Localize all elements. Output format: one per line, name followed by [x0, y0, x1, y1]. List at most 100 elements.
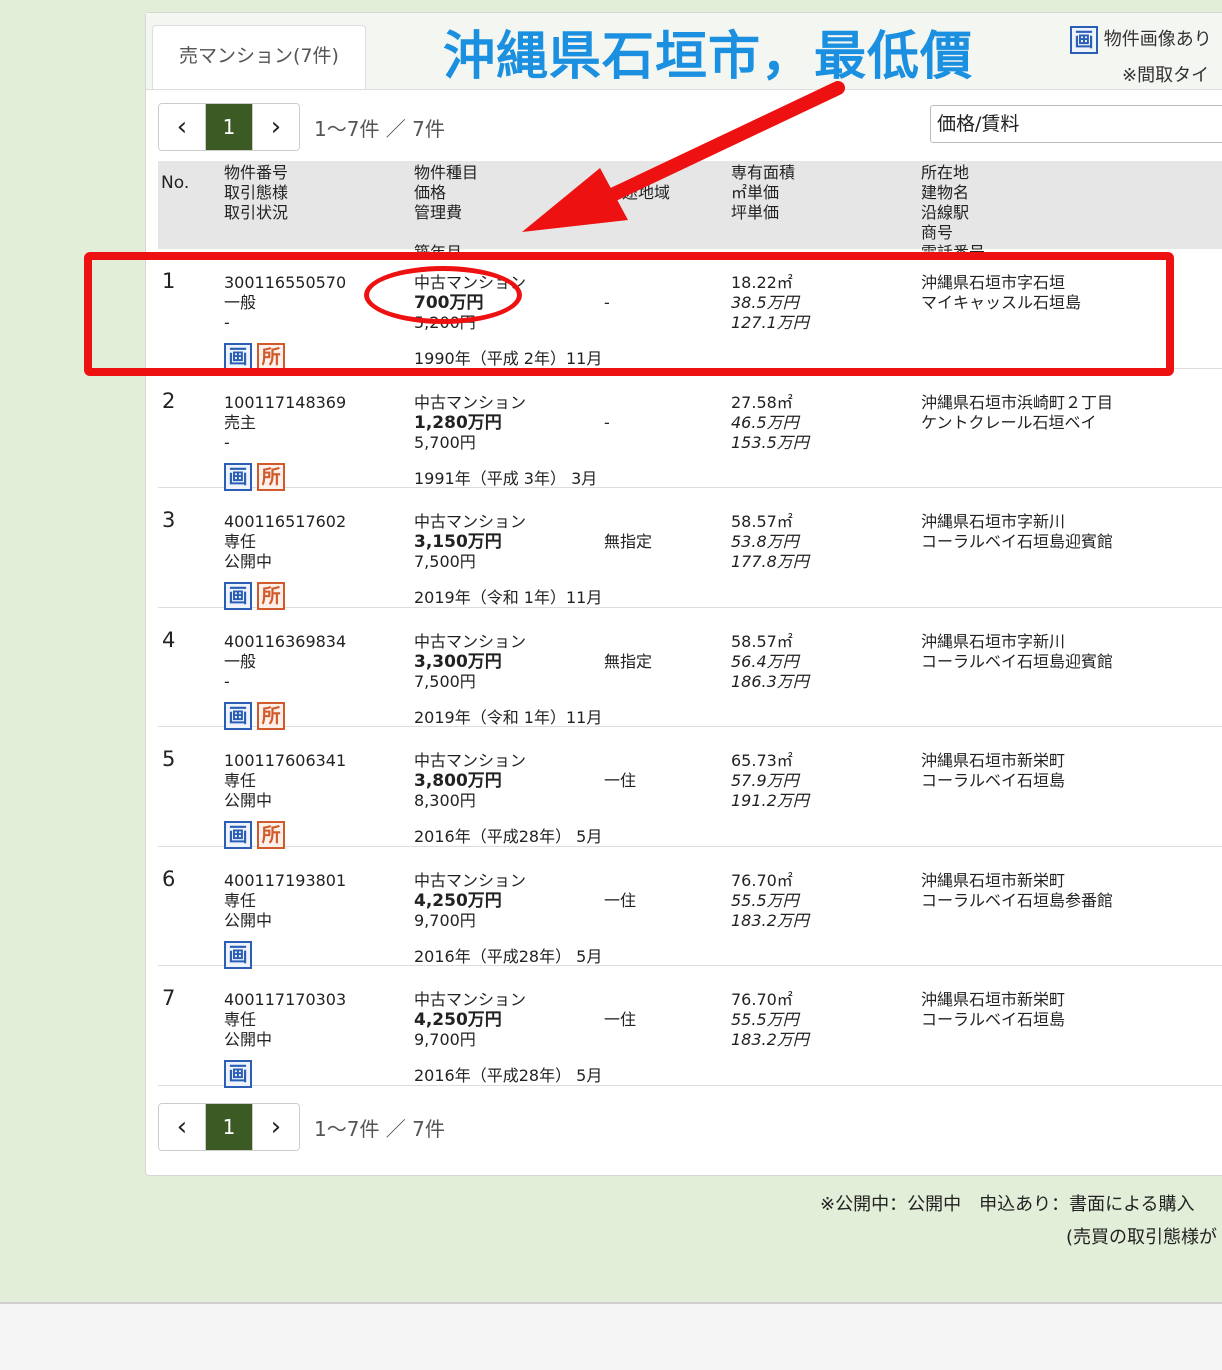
zoning: 一住	[604, 1010, 637, 1029]
building-name[interactable]: コーラルベイ石垣島迎賓館	[921, 652, 1113, 672]
management-fee: 8,300円	[414, 791, 476, 810]
transaction-status: 公開中	[224, 910, 273, 930]
built-date: 2016年（平成28年） 5月	[414, 946, 603, 966]
zoning: 無指定	[604, 532, 653, 551]
row-badges: 画 所	[224, 701, 286, 730]
row-id-block: 400116517602 専任 公開中	[224, 512, 346, 572]
page-info: 1〜7件 ／ 7件	[314, 1116, 445, 1141]
management-fee: 9,700円	[414, 910, 476, 930]
price-per-sqm: 46.5万円	[731, 412, 799, 432]
property-type: 中古マンション	[414, 990, 527, 1009]
price-per-tsubo: 153.5万円	[731, 432, 809, 452]
row-id-block: 400117170303 専任 公開中	[224, 990, 346, 1050]
table-row[interactable]: 5 100117606341 専任 公開中 中古マンション 3,800万円 8,…	[158, 727, 1222, 849]
zoning: 一住	[604, 890, 637, 910]
image-badge-icon[interactable]: 画	[224, 940, 252, 969]
building-name[interactable]: ケントクレール石垣ベイ	[921, 413, 1113, 433]
transaction-status: -	[224, 671, 230, 691]
transaction-mode: 一般	[224, 651, 257, 671]
property-price: 3,150万円	[414, 532, 502, 552]
property-id[interactable]: 100117606341	[224, 751, 346, 771]
row-number: 4	[162, 627, 176, 652]
property-price: 3,800万円	[414, 771, 502, 791]
row-type-block: 中古マンション 4,250万円 9,700円	[414, 990, 526, 1050]
price-per-sqm: 55.5万円	[731, 1010, 799, 1029]
footer-note-mode: (売買の取引態様が	[1066, 1227, 1218, 1248]
built-date: 2019年（令和 1年）11月	[414, 588, 603, 607]
row-address-block: 沖縄県石垣市字新川 コーラルベイ石垣島迎賓館	[921, 632, 1113, 672]
row-number: 5	[162, 747, 176, 771]
annotation-highlight-box	[84, 252, 1174, 376]
property-id[interactable]: 400117170303	[224, 990, 346, 1010]
annotation-price-circle	[364, 266, 522, 324]
pager-bottom: ‹ 1 › 1〜7件 ／ 7件	[158, 1103, 445, 1151]
building-name[interactable]: コーラルベイ石垣島参番館	[921, 891, 1113, 911]
table-row[interactable]: 6 400117193801 専任 公開中 中古マンション 4,250万円 9,…	[158, 847, 1222, 969]
next-page-button[interactable]: ›	[252, 1104, 299, 1150]
row-address-block: 沖縄県石垣市新栄町 コーラルベイ石垣島	[921, 990, 1065, 1030]
property-type: 中古マンション	[414, 631, 527, 651]
floor-area: 58.57㎡	[731, 512, 793, 531]
building-name[interactable]: コーラルベイ石垣島	[921, 771, 1065, 791]
row-area-block: 58.57㎡ 53.8万円 177.8万円	[731, 512, 809, 572]
table-row[interactable]: 4 400116369834 一般 - 中古マンション 3,300万円 7,50…	[158, 608, 1222, 730]
row-number: 6	[162, 866, 176, 891]
building-name[interactable]: コーラルベイ石垣島	[921, 1010, 1065, 1030]
property-id[interactable]: 400117193801	[224, 871, 346, 891]
prev-page-button[interactable]: ‹	[159, 1104, 205, 1150]
location-badge-icon[interactable]: 所	[257, 462, 286, 491]
floor-area: 58.57㎡	[731, 631, 793, 651]
built-date: 2019年（令和 1年）11月	[414, 707, 603, 727]
floor-area: 65.73㎡	[731, 751, 793, 770]
row-type-block: 中古マンション 3,150万円 7,500円	[414, 512, 526, 572]
building-name[interactable]: コーラルベイ石垣島迎賓館	[921, 532, 1113, 552]
row-id-block: 100117606341 専任 公開中	[224, 751, 346, 811]
table-row[interactable]: 7 400117170303 専任 公開中 中古マンション 4,250万円 9,…	[158, 966, 1222, 1088]
transaction-status: 公開中	[224, 1030, 273, 1049]
location-badge-icon[interactable]: 所	[257, 821, 286, 849]
location-badge-icon[interactable]: 所	[257, 701, 286, 730]
zoning: 一住	[604, 771, 637, 790]
address: 沖縄県石垣市新栄町	[921, 990, 1066, 1009]
row-badges: 画 所	[224, 462, 286, 491]
transaction-mode: 専任	[224, 532, 257, 551]
built-date: 2016年（平成28年） 5月	[414, 827, 603, 846]
image-badge-icon[interactable]: 画	[224, 701, 252, 730]
price-per-sqm: 56.4万円	[731, 651, 799, 671]
table-row[interactable]: 3 400116517602 専任 公開中 中古マンション 3,150万円 7,…	[158, 488, 1222, 610]
image-badge-icon[interactable]: 画	[224, 462, 252, 491]
price-per-sqm: 55.5万円	[731, 890, 799, 910]
bottom-bar	[0, 1302, 1222, 1370]
address: 沖縄県石垣市字新川	[921, 512, 1066, 531]
price-per-tsubo: 186.3万円	[731, 671, 809, 691]
property-id[interactable]: 400116517602	[224, 512, 346, 532]
row-type-block: 中古マンション 3,800万円 8,300円	[414, 751, 526, 811]
row-badges: 画	[224, 940, 252, 969]
price-per-sqm: 53.8万円	[731, 532, 799, 551]
address: 沖縄県石垣市新栄町	[921, 751, 1066, 770]
management-fee: 7,500円	[414, 552, 476, 571]
row-id-block: 400116369834 一般 -	[224, 632, 346, 692]
page-1-button[interactable]: 1	[205, 1104, 252, 1150]
image-badge-icon[interactable]: 画	[224, 582, 252, 610]
row-id-block: 400117193801 専任 公開中	[224, 871, 346, 931]
row-type-block: 中古マンション 1,280万円 5,700円	[414, 393, 526, 453]
floor-area: 76.70㎡	[731, 870, 793, 890]
row-badges: 画	[224, 1060, 252, 1088]
row-number: 3	[162, 508, 176, 532]
row-address-block: 沖縄県石垣市新栄町 コーラルベイ石垣島	[921, 751, 1065, 791]
property-id[interactable]: 400116369834	[224, 632, 346, 652]
property-price: 1,280万円	[414, 412, 502, 433]
location-badge-icon[interactable]: 所	[257, 582, 286, 610]
address: 沖縄県石垣市新栄町	[921, 870, 1066, 890]
property-type: 中古マンション	[414, 751, 527, 770]
built-date: 2016年（平成28年） 5月	[414, 1066, 603, 1085]
image-badge-icon[interactable]: 画	[224, 1060, 252, 1088]
property-type: 中古マンション	[414, 870, 527, 890]
image-badge-icon[interactable]: 画	[224, 821, 252, 849]
row-badges: 画 所	[224, 821, 286, 849]
property-price: 4,250万円	[414, 890, 502, 911]
transaction-status: -	[224, 432, 230, 452]
floor-area: 76.70㎡	[731, 990, 793, 1009]
price-per-tsubo: 183.2万円	[731, 1030, 809, 1049]
